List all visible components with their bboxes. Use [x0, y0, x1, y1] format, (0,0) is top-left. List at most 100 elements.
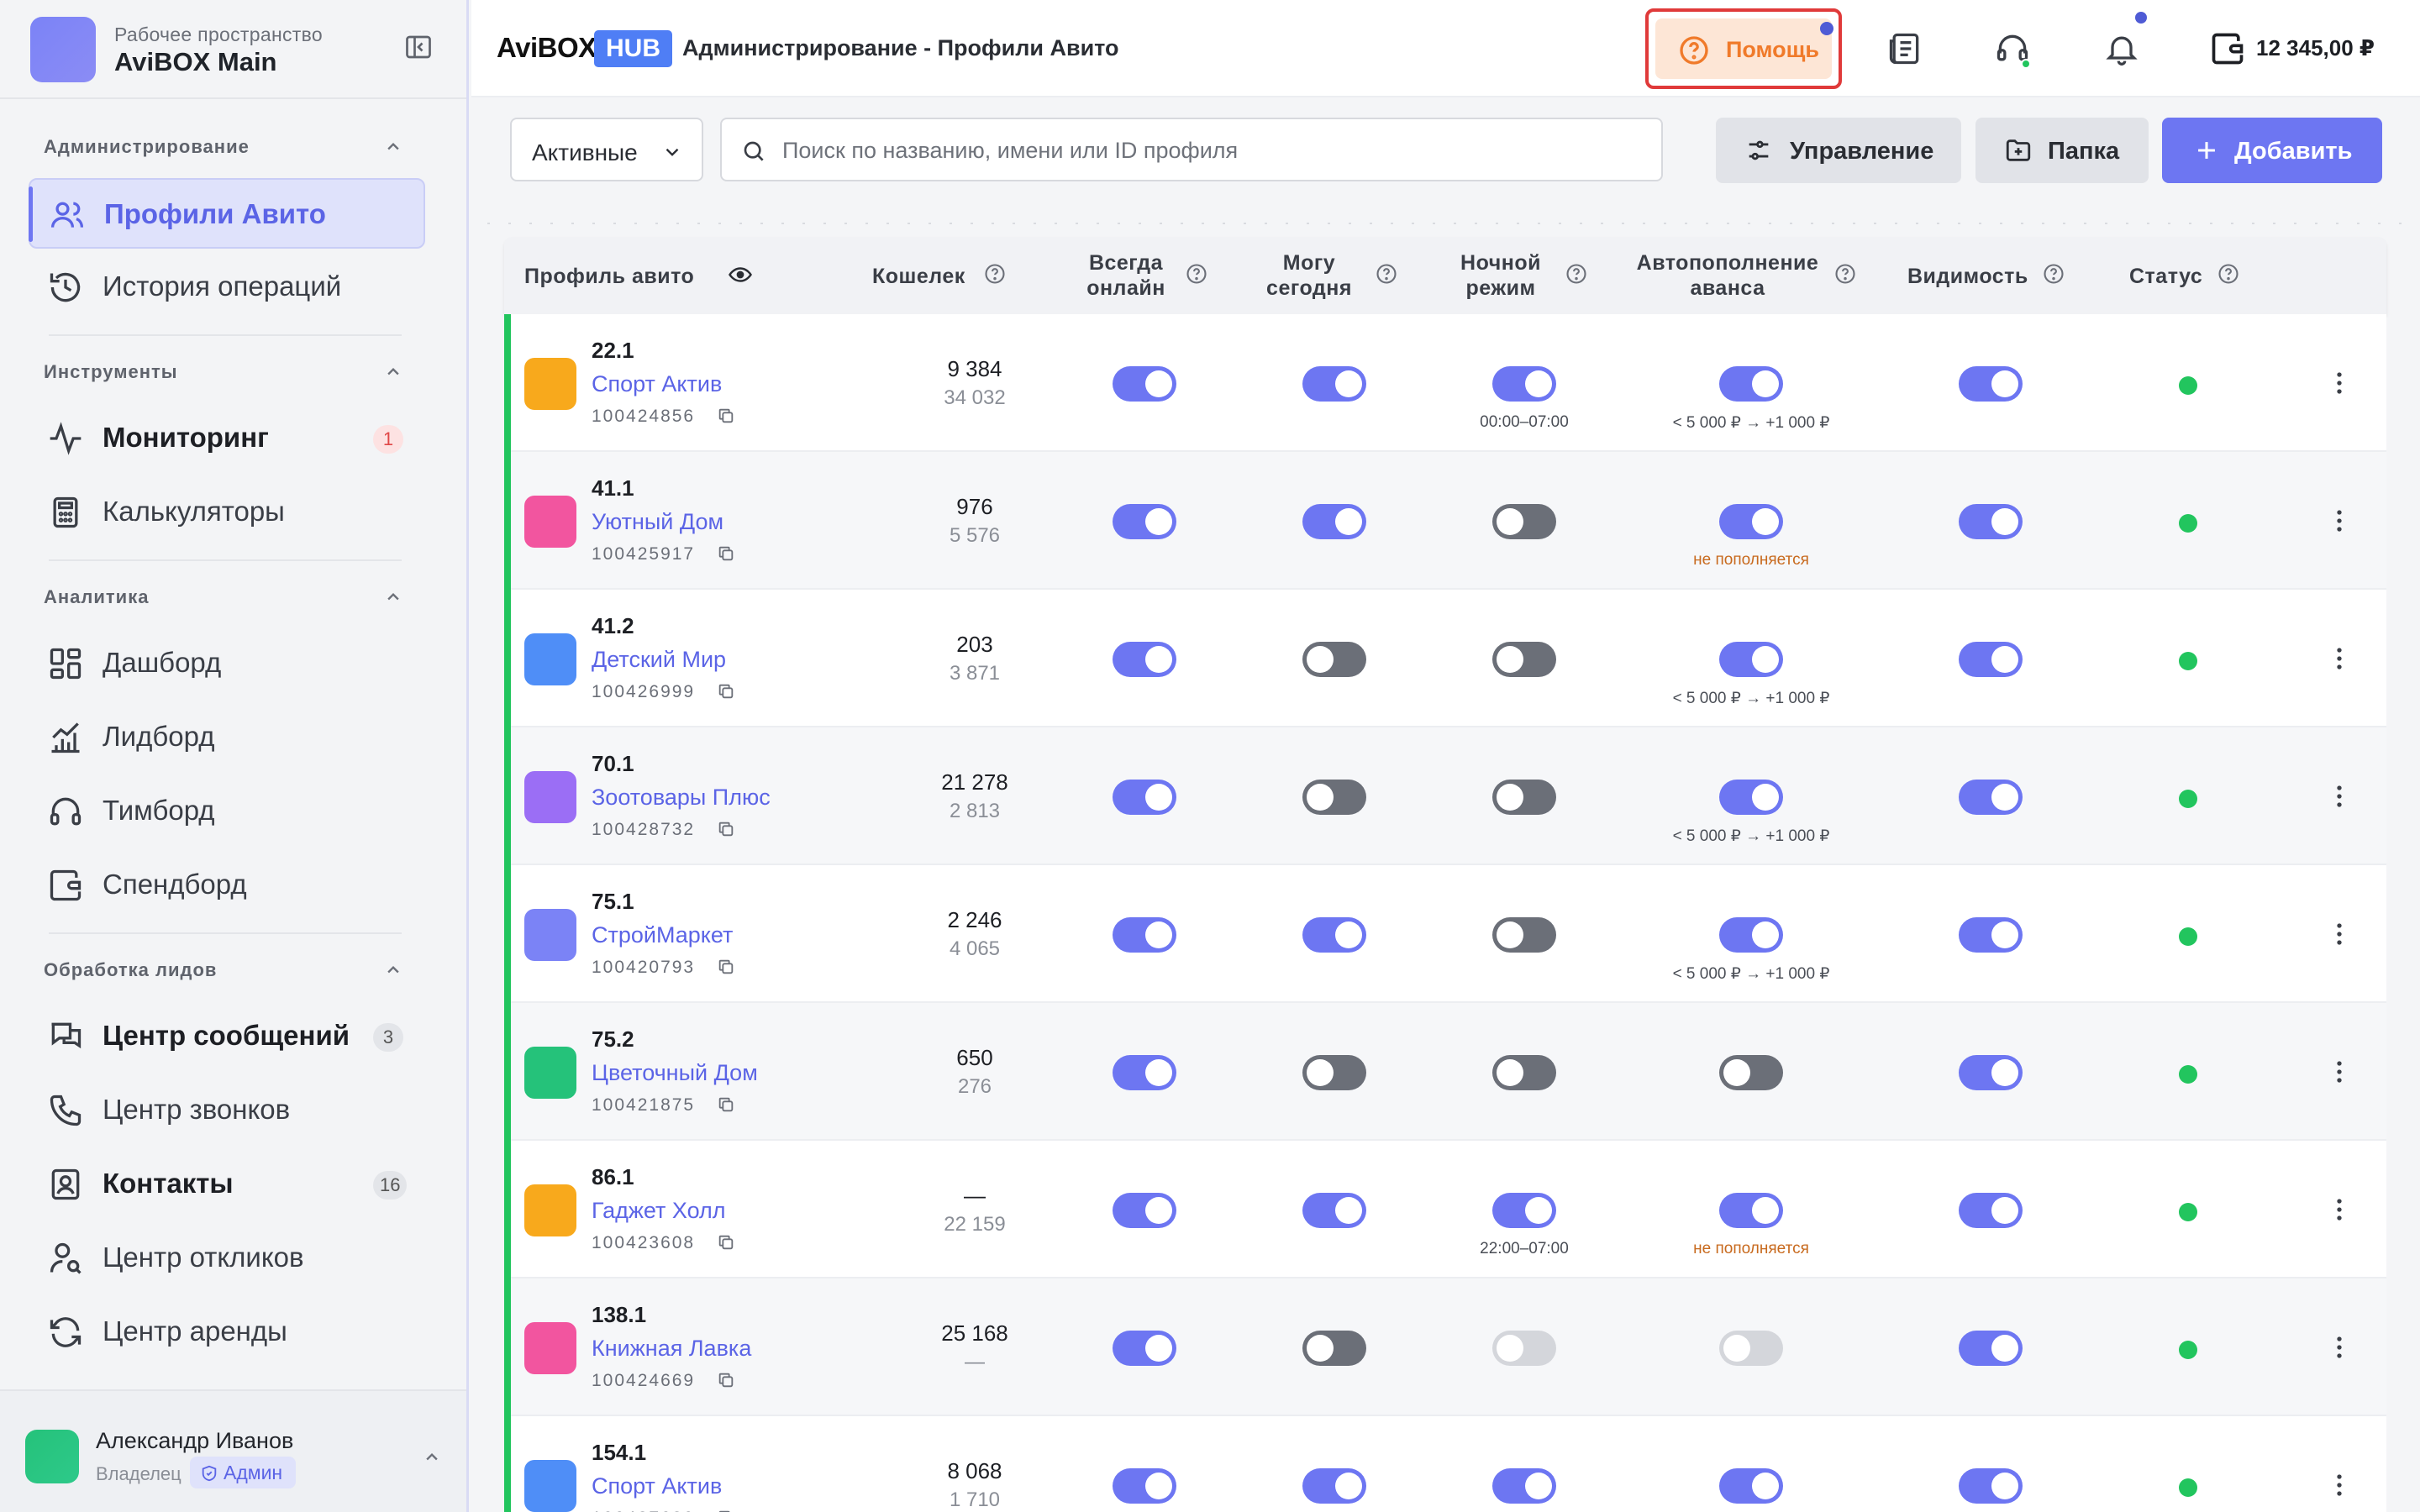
- can-today-toggle[interactable]: [1302, 780, 1366, 815]
- copy-icon[interactable]: [717, 682, 735, 705]
- sidebar-item-spendboard[interactable]: Спендборд: [29, 850, 425, 921]
- sidebar-item-dashboard[interactable]: Дашборд: [29, 628, 425, 699]
- more-options-icon[interactable]: [2323, 917, 2356, 951]
- wallet-icon[interactable]: [2209, 30, 2246, 67]
- profile-name-link[interactable]: Книжная Лавка: [592, 1336, 751, 1362]
- visibility-toggle[interactable]: [1959, 780, 2023, 815]
- auto-topup-toggle[interactable]: [1719, 1331, 1783, 1366]
- more-options-icon[interactable]: [2323, 1055, 2356, 1089]
- table-row[interactable]: 41.2 Детский Мир 100426999 203 3 871 < 5 000 …: [504, 590, 2386, 727]
- search-input[interactable]: [782, 131, 1639, 170]
- table-row[interactable]: 138.1 Книжная Лавка 100424669 25 168 —: [504, 1278, 2386, 1416]
- always-online-toggle[interactable]: [1113, 1193, 1176, 1228]
- add-button[interactable]: Добавить: [2162, 118, 2382, 183]
- bell-icon[interactable]: [2103, 12, 2147, 67]
- table-row[interactable]: 41.1 Уютный Дом 100425917 976 5 576 не пополн…: [504, 452, 2386, 590]
- user-card[interactable]: Александр Иванов Владелец Админ: [0, 1389, 466, 1512]
- profile-name-link[interactable]: Детский Мир: [592, 647, 726, 673]
- auto-topup-toggle[interactable]: [1719, 1193, 1783, 1228]
- visibility-toggle[interactable]: [1959, 366, 2023, 402]
- help-circle-icon[interactable]: [1565, 262, 1588, 286]
- night-mode-toggle[interactable]: [1492, 366, 1556, 402]
- sidebar-item-rent[interactable]: Центр аренды: [29, 1297, 425, 1368]
- can-today-toggle[interactable]: [1302, 642, 1366, 677]
- profile-name-link[interactable]: СтройМаркет: [592, 922, 733, 948]
- always-online-toggle[interactable]: [1113, 504, 1176, 539]
- always-online-toggle[interactable]: [1113, 917, 1176, 953]
- sidebar-item-responses[interactable]: Центр откликов: [29, 1223, 425, 1294]
- copy-icon[interactable]: [717, 1371, 735, 1394]
- profile-name-link[interactable]: Гаджет Холл: [592, 1198, 726, 1224]
- copy-icon[interactable]: [717, 820, 735, 843]
- always-online-toggle[interactable]: [1113, 1468, 1176, 1504]
- chevron-up-icon[interactable]: [381, 958, 405, 981]
- profile-name-link[interactable]: Спорт Актив: [592, 371, 722, 397]
- help-circle-icon[interactable]: [1375, 262, 1398, 286]
- sidebar-item-history[interactable]: История операций: [29, 252, 425, 323]
- night-mode-toggle[interactable]: [1492, 1193, 1556, 1228]
- visibility-toggle[interactable]: [1959, 1193, 2023, 1228]
- auto-topup-toggle[interactable]: [1719, 504, 1783, 539]
- can-today-toggle[interactable]: [1302, 1055, 1366, 1090]
- always-online-toggle[interactable]: [1113, 642, 1176, 677]
- news-icon[interactable]: [1886, 30, 1923, 67]
- profile-name-link[interactable]: Зоотовары Плюс: [592, 785, 771, 811]
- always-online-toggle[interactable]: [1113, 1331, 1176, 1366]
- auto-topup-toggle[interactable]: [1719, 1055, 1783, 1090]
- chevron-up-icon[interactable]: [381, 134, 405, 158]
- balance-amount[interactable]: 12 345,00 ₽: [2256, 35, 2375, 61]
- auto-topup-toggle[interactable]: [1719, 366, 1783, 402]
- visibility-toggle[interactable]: [1959, 1468, 2023, 1504]
- can-today-toggle[interactable]: [1302, 1331, 1366, 1366]
- night-mode-toggle[interactable]: [1492, 917, 1556, 953]
- workspace-switcher[interactable]: Рабочее пространство AviBOX Main: [30, 17, 439, 86]
- profile-name-link[interactable]: Цветочный Дом: [592, 1060, 758, 1086]
- sidebar-item-leadboard[interactable]: Лидборд: [29, 702, 425, 773]
- can-today-toggle[interactable]: [1302, 917, 1366, 953]
- more-options-icon[interactable]: [2323, 1468, 2356, 1502]
- sidebar-item-teamboard[interactable]: Тимборд: [29, 776, 425, 847]
- chevron-up-icon[interactable]: [381, 585, 405, 608]
- more-options-icon[interactable]: [2323, 1193, 2356, 1226]
- can-today-toggle[interactable]: [1302, 1468, 1366, 1504]
- collapse-sidebar-icon[interactable]: [403, 32, 437, 66]
- chevron-up-icon[interactable]: [381, 360, 405, 383]
- more-options-icon[interactable]: [2323, 1331, 2356, 1364]
- night-mode-toggle[interactable]: [1492, 1055, 1556, 1090]
- night-mode-toggle[interactable]: [1492, 1468, 1556, 1504]
- visibility-toggle[interactable]: [1959, 917, 2023, 953]
- sidebar-item-profiles[interactable]: Профили Авито: [29, 178, 425, 249]
- copy-icon[interactable]: [717, 407, 735, 429]
- copy-icon[interactable]: [717, 1509, 735, 1512]
- help-circle-icon[interactable]: [2042, 262, 2065, 286]
- table-row[interactable]: 22.1 Спорт Актив 100424856 9 384 34 032 00:00…: [504, 314, 2386, 452]
- sidebar-item-calls[interactable]: Центр звонков: [29, 1075, 425, 1146]
- help-button[interactable]: Помощь: [1655, 18, 1833, 79]
- help-circle-icon[interactable]: [983, 262, 1007, 286]
- can-today-toggle[interactable]: [1302, 504, 1366, 539]
- always-online-toggle[interactable]: [1113, 1055, 1176, 1090]
- manage-button[interactable]: Управление: [1716, 118, 1961, 183]
- more-options-icon[interactable]: [2323, 780, 2356, 813]
- copy-icon[interactable]: [717, 1233, 735, 1256]
- visibility-toggle[interactable]: [1959, 504, 2023, 539]
- more-options-icon[interactable]: [2323, 366, 2356, 400]
- sidebar-item-calculators[interactable]: Калькуляторы: [29, 477, 425, 548]
- profile-name-link[interactable]: Уютный Дом: [592, 509, 723, 535]
- status-filter-select[interactable]: Активные: [510, 118, 703, 181]
- help-circle-icon[interactable]: [1833, 262, 1857, 286]
- sidebar-item-monitoring[interactable]: Мониторинг 1: [29, 403, 425, 474]
- sidebar-item-contacts[interactable]: Контакты 16: [29, 1149, 425, 1220]
- can-today-toggle[interactable]: [1302, 1193, 1366, 1228]
- more-options-icon[interactable]: [2323, 642, 2356, 675]
- search-field[interactable]: [720, 118, 1663, 181]
- sidebar-item-messages[interactable]: Центр сообщений 3: [29, 1001, 425, 1072]
- copy-icon[interactable]: [717, 1095, 735, 1118]
- copy-icon[interactable]: [717, 544, 735, 567]
- folder-button[interactable]: Папка: [1975, 118, 2149, 183]
- help-circle-icon[interactable]: [2217, 262, 2240, 286]
- always-online-toggle[interactable]: [1113, 780, 1176, 815]
- visibility-toggle[interactable]: [1959, 1055, 2023, 1090]
- copy-icon[interactable]: [717, 958, 735, 980]
- table-row[interactable]: 75.1 СтройМаркет 100420793 2 246 4 065 < 5 00…: [504, 865, 2386, 1003]
